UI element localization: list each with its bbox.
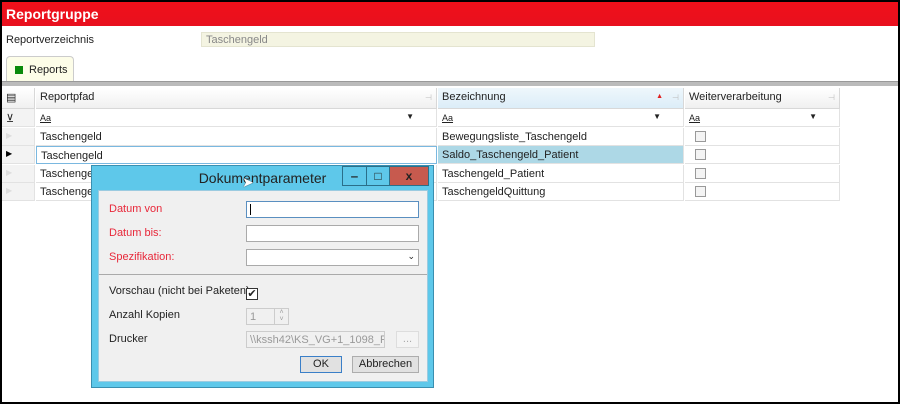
drucker-field[interactable]: \\kssh42\KS_VG+1_1098_Rech <box>246 331 385 348</box>
dropdown-arrow-icon[interactable]: ▼ <box>406 112 414 121</box>
cell-bezeichnung[interactable]: Saldo_Taschengeld_Patient <box>438 146 684 165</box>
dropdown-arrow-icon[interactable]: ▼ <box>809 112 817 121</box>
minimize-button[interactable]: ‒ <box>342 166 367 186</box>
row-indicator-icon: ▶ <box>2 146 35 165</box>
maximize-button[interactable]: □ <box>366 166 390 186</box>
weiterverarbeitung-checkbox[interactable] <box>695 149 706 161</box>
filter-bezeichnung[interactable]: Aa ▼ <box>438 109 684 127</box>
weiterverarbeitung-checkbox[interactable] <box>695 167 706 179</box>
datum-bis-input[interactable] <box>246 225 419 242</box>
row-indicator-icon: ▶ <box>2 164 35 183</box>
datum-bis-label: Datum bis: <box>109 227 162 239</box>
pin-icon[interactable]: ⊣ <box>425 93 432 102</box>
cell-reportpfad[interactable]: Taschengeld <box>36 146 437 165</box>
filter-row: ⊻ Aa ▼ Aa ▼ Aa ▼ <box>2 109 840 127</box>
cell-bezeichnung[interactable]: Bewegungsliste_Taschengeld <box>438 128 684 146</box>
header-row: ▤ Reportpfad ⊣ Bezeichnung ▲ ⊣ Weiterverarb… <box>2 88 840 109</box>
row-indicator-icon: ▶ <box>2 182 35 201</box>
drucker-label: Drucker <box>109 333 148 345</box>
datum-von-input[interactable] <box>246 201 419 218</box>
cell-weiterverarbeitung[interactable] <box>685 128 840 146</box>
column-header-bezeichnung[interactable]: Bezeichnung ▲ ⊣ <box>438 88 684 109</box>
directory-field[interactable]: Taschengeld <box>201 32 595 47</box>
spezifikation-select[interactable]: ⌄ <box>246 249 419 266</box>
dokumentparameter-dialog: Dokumentparameter ‒ □ x Datum von Datum … <box>91 165 434 388</box>
column-chooser-icon[interactable]: ▤ <box>2 88 35 109</box>
directory-row: Reportverzeichnis Taschengeld <box>6 32 896 48</box>
tab-reports[interactable]: Reports <box>6 56 74 83</box>
stepper-arrows-icon[interactable]: ˄ ˅ <box>274 309 288 324</box>
chevron-down-icon: ⌄ <box>407 251 415 261</box>
table-row[interactable]: ▶ Taschengeld Bewegungsliste_Taschengeld <box>2 128 840 146</box>
tab-label: Reports <box>29 64 68 76</box>
vorschau-checkbox[interactable]: ✔ <box>246 288 258 300</box>
green-square-icon <box>15 66 23 74</box>
header-label: Reportpfad <box>40 91 95 103</box>
weiterverarbeitung-checkbox[interactable] <box>695 185 706 197</box>
window-title: Reportgruppe <box>2 2 898 26</box>
column-header-reportpfad[interactable]: Reportpfad ⊣ <box>36 88 437 109</box>
kopien-value: 1 <box>250 311 257 323</box>
filter-placeholder: Aa <box>689 113 701 123</box>
dialog-panel: Datum von Datum bis: Spezifikation: ⌄ Vo… <box>98 190 428 382</box>
cell-reportpfad[interactable]: Taschengeld <box>36 128 437 146</box>
close-button[interactable]: x <box>389 166 429 186</box>
cell-weiterverarbeitung[interactable] <box>685 164 840 183</box>
column-header-weiterverarbeitung[interactable]: Weiterverarbeitung ⊣ <box>685 88 840 109</box>
report-group-window: Reportgruppe Reportverzeichnis Taschenge… <box>2 2 898 402</box>
kopien-stepper[interactable]: 1 ˄ ˅ <box>246 308 289 325</box>
filter-placeholder: Aa <box>40 113 52 123</box>
table-row[interactable]: ▶ Taschengeld Saldo_Taschengeld_Patient <box>2 146 840 165</box>
sort-asc-icon: ▲ <box>656 93 663 100</box>
browse-button[interactable]: ... <box>396 331 419 348</box>
cell-bezeichnung[interactable]: Taschengeld_Patient <box>438 164 684 183</box>
datum-von-label: Datum von <box>109 203 163 215</box>
cancel-button[interactable]: Abbrechen <box>352 356 419 373</box>
header-label: Bezeichnung <box>442 91 506 103</box>
pin-icon[interactable]: ⊣ <box>672 93 679 102</box>
ok-button[interactable]: OK <box>300 356 342 373</box>
pin-icon[interactable]: ⊣ <box>828 93 835 102</box>
vorschau-label: Vorschau (nicht bei Paketen) <box>109 285 250 297</box>
mouse-cursor-icon: ➤ <box>242 174 254 190</box>
cell-bezeichnung[interactable]: TaschengeldQuittung <box>438 182 684 201</box>
row-indicator-icon: ▶ <box>2 128 35 146</box>
filter-icon[interactable]: ⊻ <box>2 109 35 127</box>
divider <box>2 81 898 86</box>
filter-reportpfad[interactable]: Aa ▼ <box>36 109 437 127</box>
directory-label: Reportverzeichnis <box>6 34 95 46</box>
filter-weiterverarbeitung[interactable]: Aa ▼ <box>685 109 840 127</box>
cell-weiterverarbeitung[interactable] <box>685 182 840 201</box>
dropdown-arrow-icon[interactable]: ▼ <box>653 112 661 121</box>
weiterverarbeitung-checkbox[interactable] <box>695 131 706 142</box>
kopien-label: Anzahl Kopien <box>109 309 180 321</box>
cell-weiterverarbeitung[interactable] <box>685 146 840 165</box>
spezifikation-label: Spezifikation: <box>109 251 175 263</box>
header-label: Weiterverarbeitung <box>689 91 782 103</box>
filter-placeholder: Aa <box>442 113 454 123</box>
divider <box>99 274 427 275</box>
